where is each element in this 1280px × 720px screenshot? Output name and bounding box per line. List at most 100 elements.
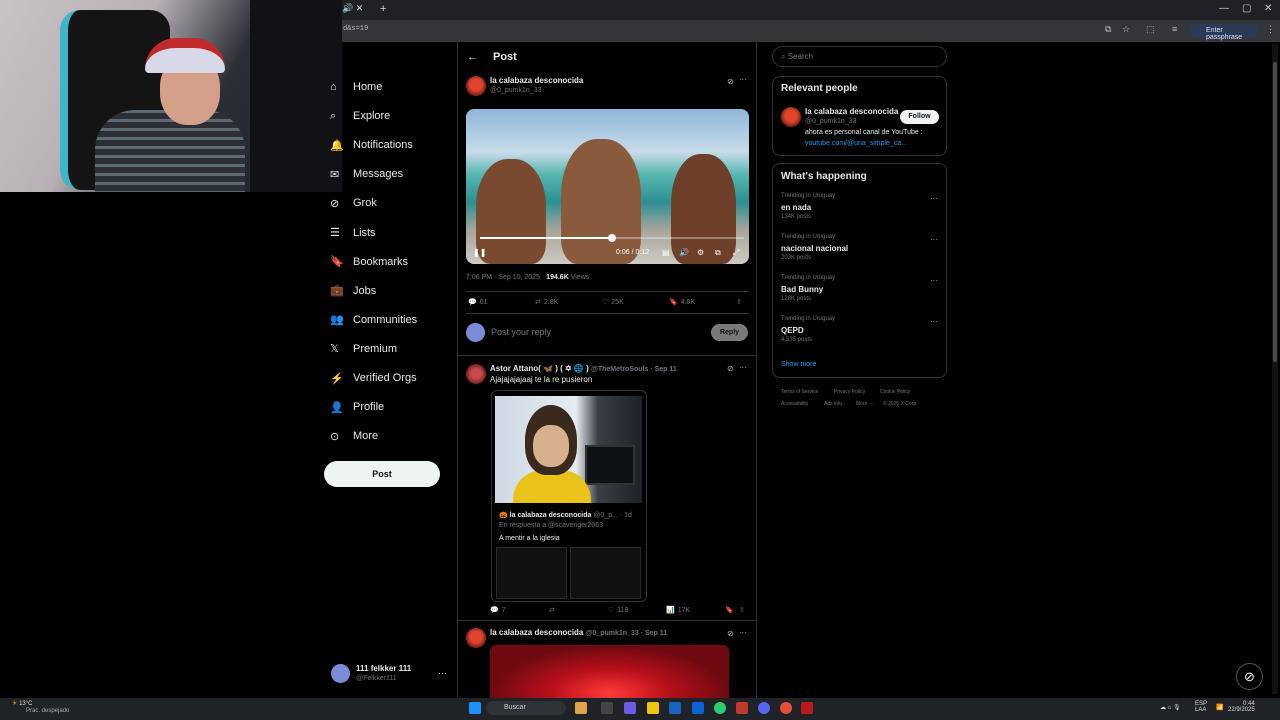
relevant-handle[interactable]: @0_pumk1n_33 [805, 118, 856, 125]
cast-icon[interactable]: ⧉ [1105, 24, 1111, 35]
sidebar-item-notifications[interactable]: 🔔 Notifications [330, 134, 413, 156]
reply-media[interactable] [490, 645, 729, 698]
sidebar-item-more[interactable]: ⊙ More [330, 425, 378, 447]
language-indicator[interactable]: ESP LAA [1195, 701, 1207, 713]
extensions-icon[interactable]: ⬚ [1146, 24, 1155, 35]
chrome-icon[interactable] [780, 702, 792, 714]
close-window-icon[interactable]: ✕ [1264, 3, 1272, 14]
search-input[interactable]: ⌕ Search [772, 46, 947, 67]
pause-icon[interactable]: ❚❚ [473, 248, 486, 257]
repost-action[interactable]: ⇄ 2.8K [535, 298, 558, 307]
like-action[interactable]: ♡ 118 [608, 606, 628, 615]
copilot-icon[interactable] [624, 702, 636, 714]
taskbar-app-icon[interactable] [801, 702, 813, 714]
wifi-icon[interactable]: 📶 [1216, 704, 1223, 711]
grok-icon[interactable]: ⊘ [727, 364, 734, 373]
share-icon[interactable]: ⇪ [736, 298, 742, 306]
trend-more-icon[interactable]: ··· [930, 276, 938, 285]
sidebar-item-jobs[interactable]: 💼 Jobs [330, 280, 376, 302]
start-icon[interactable] [469, 702, 481, 714]
repost-icon[interactable]: ⇄ [549, 606, 555, 614]
network-icon[interactable]: ☁ ⌂ 🎙 [1160, 704, 1181, 711]
back-arrow-icon[interactable]: ← [467, 51, 478, 63]
url-text[interactable]: d&s=19 [343, 25, 368, 33]
follow-button[interactable]: Follow [900, 110, 939, 124]
video-player[interactable] [466, 109, 749, 264]
post-more-icon[interactable]: ··· [739, 75, 747, 84]
taskbar-app-icon[interactable] [736, 702, 748, 714]
grok-icon[interactable]: ⊘ [727, 629, 734, 638]
grok-icon[interactable]: ⊘ [727, 77, 734, 86]
pip-icon[interactable]: ⧉ [715, 248, 721, 258]
views-action[interactable]: 📊 17K [666, 606, 690, 615]
trend-more-icon[interactable]: ··· [930, 194, 938, 203]
reply-action[interactable]: 💬 7 [490, 606, 506, 615]
reading-list-icon[interactable]: ≡ [1172, 24, 1177, 34]
taskbar-search[interactable]: Buscar [486, 701, 566, 715]
account-more-icon[interactable]: ··· [438, 668, 447, 678]
post-timestamp[interactable]: 7:06 PM · Sep 10, 2025 · [466, 274, 546, 281]
fullscreen-icon[interactable]: ⤢ [733, 248, 739, 258]
footer-link[interactable]: Accessibility [781, 401, 808, 407]
footer-link[interactable]: Privacy Policy [834, 389, 865, 395]
like-action[interactable]: ♡ 25K [602, 298, 624, 307]
bookmark-icon[interactable]: 🔖 [725, 606, 734, 614]
author-avatar[interactable] [466, 76, 486, 96]
star-icon[interactable]: ☆ [1122, 24, 1130, 35]
account-handle[interactable]: @Felkker111 [356, 675, 397, 682]
video-scrubber-handle[interactable] [608, 234, 616, 242]
sidebar-item-explore[interactable]: ⌕ Explore [330, 105, 390, 127]
volume-icon[interactable]: 🔊 [679, 248, 689, 257]
account-name[interactable]: 111 felkker 111 [356, 664, 411, 673]
discord-icon[interactable] [758, 702, 770, 714]
show-more-link[interactable]: Show more [781, 361, 816, 368]
footer-link[interactable]: © 2025 X Corp. [883, 401, 918, 407]
reply-button[interactable]: Reply [711, 324, 748, 341]
outlook-icon[interactable] [692, 702, 704, 714]
account-avatar[interactable] [331, 664, 350, 683]
scrollbar-thumb[interactable] [1273, 62, 1277, 362]
reply-author-avatar[interactable] [466, 628, 486, 648]
file-explorer-icon[interactable] [647, 702, 659, 714]
captions-icon[interactable]: ▤ [662, 248, 670, 257]
reply-author-name[interactable]: la calabaza desconocida @0_pumk1n_33 · S… [490, 628, 667, 637]
sidebar-item-home[interactable]: ⌂ Home [330, 76, 382, 98]
sidebar-item-bookmarks[interactable]: 🔖 Bookmarks [330, 251, 408, 273]
relevant-link[interactable]: youtube.com/@una_simple_ca... [805, 140, 907, 147]
trend-more-icon[interactable]: ··· [930, 235, 938, 244]
post-button[interactable]: Post [324, 461, 440, 487]
sidebar-item-profile[interactable]: 👤 Profile [330, 396, 384, 418]
weather-temp[interactable]: ☀ 13°C [12, 700, 32, 707]
sidebar-item-messages[interactable]: ✉ Messages [330, 163, 403, 185]
taskbar-app-icon[interactable] [575, 702, 587, 714]
clock[interactable]: 0:44 22/9/2025 [1228, 701, 1255, 713]
trend-more-icon[interactable]: ··· [930, 317, 938, 326]
author-handle[interactable]: @0_pumk1n_33 [490, 87, 541, 94]
share-icon[interactable]: ⇪ [739, 606, 745, 614]
relevant-avatar[interactable] [781, 107, 801, 127]
sidebar-item-verified-orgs[interactable]: ⚡ Verified Orgs [330, 367, 417, 389]
footer-link[interactable]: Cookie Policy [880, 389, 910, 395]
reply-author-name[interactable]: Astor Attano( 🦋 ) ( ✡ 🌐 ) @TheMetroSouls… [490, 364, 677, 373]
grok-fab-icon[interactable]: ⊘ [1236, 663, 1263, 690]
maximize-icon[interactable]: ▢ [1242, 3, 1251, 14]
sidebar-item-premium[interactable]: 𝕏 Premium [330, 338, 397, 360]
sidebar-item-grok[interactable]: ⊘ Grok [330, 192, 377, 214]
reply-action[interactable]: 💬 61 [468, 298, 488, 307]
browser-tab-audio-icon[interactable]: 🔊 ✕ [342, 3, 378, 17]
reply-author-avatar[interactable] [466, 364, 486, 384]
sidebar-item-lists[interactable]: ☰ Lists [330, 222, 376, 244]
new-tab-button[interactable]: + [380, 3, 386, 15]
sidebar-item-communities[interactable]: 👥 Communities [330, 309, 417, 331]
minimize-icon[interactable]: — [1219, 3, 1229, 14]
store-icon[interactable] [669, 702, 681, 714]
browser-menu-icon[interactable]: ⋮ [1266, 24, 1275, 35]
footer-link[interactable]: Ads info [824, 401, 842, 407]
task-view-icon[interactable] [601, 702, 613, 714]
browser-app-icon[interactable] [714, 702, 726, 714]
reply-more-icon[interactable]: ··· [739, 628, 747, 637]
author-name[interactable]: la calabaza desconocida [490, 76, 583, 85]
relevant-name[interactable]: la calabaza desconocida [805, 107, 898, 116]
footer-link[interactable]: More ··· [856, 401, 874, 407]
settings-icon[interactable]: ⚙ [697, 248, 704, 257]
